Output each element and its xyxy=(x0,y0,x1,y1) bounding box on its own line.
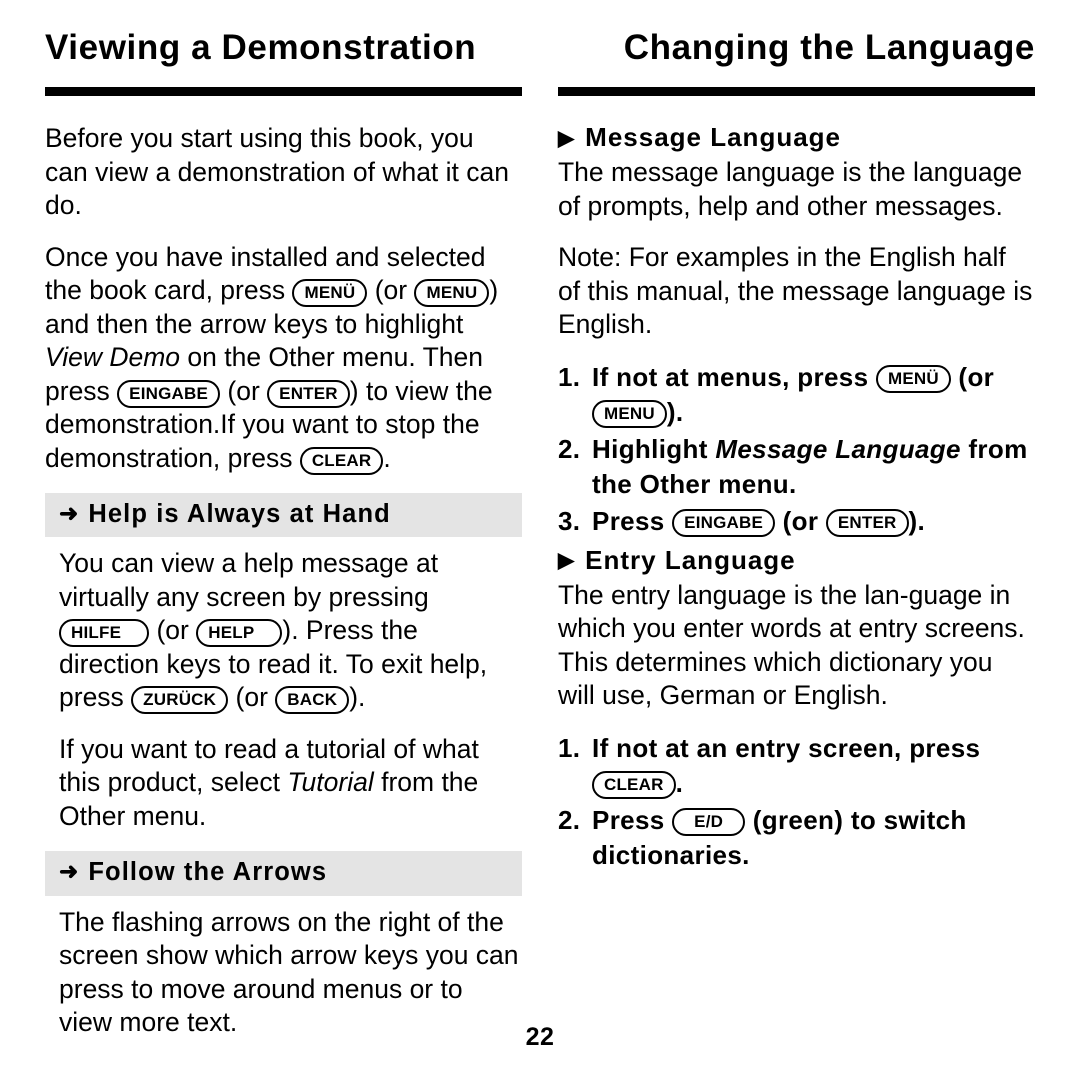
section-heading-message-language: ▶ Message Language xyxy=(558,122,1035,153)
text-fragment: Highlight xyxy=(592,433,716,464)
key-enter[interactable]: ENTER xyxy=(825,508,909,537)
left-column-title: Viewing a Demonstration xyxy=(45,28,477,67)
text-fragment: Press xyxy=(592,505,673,536)
key-menu-de[interactable]: MENÜ xyxy=(292,279,368,307)
key-eingabe[interactable]: EINGABE xyxy=(117,379,221,408)
key-hilfe[interactable]: HILFE xyxy=(59,619,150,648)
section-heading-label: Entry Language xyxy=(585,544,796,575)
right-arrow-marker-icon: ➜ xyxy=(59,500,80,526)
step-number: 3. xyxy=(558,505,581,536)
section-heading-label: Message Language xyxy=(585,122,842,152)
solid-triangle-marker-icon: ▶ xyxy=(558,126,576,150)
section-heading-entry-language: ▶ Entry Language xyxy=(558,545,1035,576)
step-number: 1. xyxy=(558,361,581,392)
step-item: 2. Press E/D (green) to switch dictionari… xyxy=(558,803,1035,873)
tutorial-paragraph: If you want to read a tutorial of what t… xyxy=(45,733,522,834)
text-fragment: . xyxy=(383,442,391,473)
step-number: 1. xyxy=(558,732,581,763)
key-menu-en[interactable]: MENU xyxy=(592,399,667,428)
text-fragment: (or xyxy=(950,361,995,392)
key-menu-de[interactable]: MENÜ xyxy=(876,364,951,393)
key-help[interactable]: HELP xyxy=(196,619,283,648)
message-language-steps: 1. If not at menus, press MENÜ (or MENU).… xyxy=(558,360,1035,539)
help-paragraph: You can view a help message at virtually… xyxy=(45,547,522,715)
section-heading-follow-the-arrows: ➜ Follow the Arrows xyxy=(45,851,522,896)
key-menu-en[interactable]: MENU xyxy=(414,279,490,307)
key-ed[interactable]: E/D xyxy=(672,807,746,836)
step-item: 2. Highlight Message Language from the Ot… xyxy=(558,432,1035,502)
left-column: Viewing a Demonstration Before you start… xyxy=(45,30,522,1058)
right-column-title: Changing the Language xyxy=(623,28,1035,67)
section-heading-label: Follow the Arrows xyxy=(88,858,328,887)
step-item: 3. Press EINGABE (or ENTER). xyxy=(558,504,1035,539)
text-fragment: You can view a help message at virtually… xyxy=(59,548,439,612)
key-enter[interactable]: ENTER xyxy=(267,379,350,408)
text-fragment: ). xyxy=(349,682,366,713)
text-fragment: If not at menus, press xyxy=(592,361,876,392)
section-heading-label: Help is Always at Hand xyxy=(88,500,391,528)
manual-page: Viewing a Demonstration Before you start… xyxy=(0,0,1080,1080)
text-fragment: (or xyxy=(775,505,826,536)
text-fragment: (or xyxy=(367,275,415,305)
page-number: 22 xyxy=(525,1023,555,1051)
left-intro-paragraph: Before you start using this book, you ca… xyxy=(45,123,509,220)
entry-language-steps: 1. If not at an entry screen, press CLEAR… xyxy=(558,731,1035,873)
text-fragment: (or xyxy=(228,682,276,713)
section-heading-help-is-always-at-hand: ➜ Help is Always at Hand xyxy=(45,493,522,538)
two-column-layout: Viewing a Demonstration Before you start… xyxy=(0,0,1080,1058)
key-clear[interactable]: CLEAR xyxy=(299,446,384,475)
step-item: 1. If not at an entry screen, press CLEAR… xyxy=(558,731,1035,801)
step-number: 2. xyxy=(558,804,581,835)
key-zurueck[interactable]: ZURÜCK xyxy=(131,686,229,715)
right-column: Changing the Language ▶ Message Language … xyxy=(558,30,1035,1058)
entry-language-paragraph: The entry language is the lan-guage in w… xyxy=(558,579,1025,711)
step-item: 1. If not at menus, press MENÜ (or MENU). xyxy=(558,360,1035,430)
follow-arrows-paragraph: The flashing arrows on the right of the … xyxy=(59,906,519,1038)
text-fragment: ). xyxy=(666,396,684,427)
key-eingabe[interactable]: EINGABE xyxy=(672,508,776,537)
text-fragment: ). xyxy=(908,505,926,536)
text-fragment: Press xyxy=(592,804,673,835)
key-clear[interactable]: CLEAR xyxy=(592,770,676,799)
menu-item-view-demo: View Demo xyxy=(45,342,181,372)
right-title-rule xyxy=(558,87,1035,96)
text-fragment: (or xyxy=(149,615,197,646)
text-fragment: (or xyxy=(220,375,268,406)
menu-item-message-language: Message Language xyxy=(715,433,961,464)
message-language-paragraph-1: The message language is the language of … xyxy=(558,157,1023,221)
solid-triangle-marker-icon: ▶ xyxy=(558,549,576,573)
left-steps-paragraph: Once you have installed and selected the… xyxy=(45,241,522,476)
right-arrow-marker-icon: ➜ xyxy=(59,858,80,885)
menu-item-tutorial: Tutorial xyxy=(287,767,374,798)
message-language-note: Note: For examples in the English half o… xyxy=(558,242,1033,340)
step-number: 2. xyxy=(558,433,581,464)
left-title-rule xyxy=(45,87,522,96)
key-back[interactable]: BACK xyxy=(275,686,350,715)
text-fragment: If not at an entry screen, press xyxy=(592,732,981,763)
text-fragment: . xyxy=(675,767,684,798)
